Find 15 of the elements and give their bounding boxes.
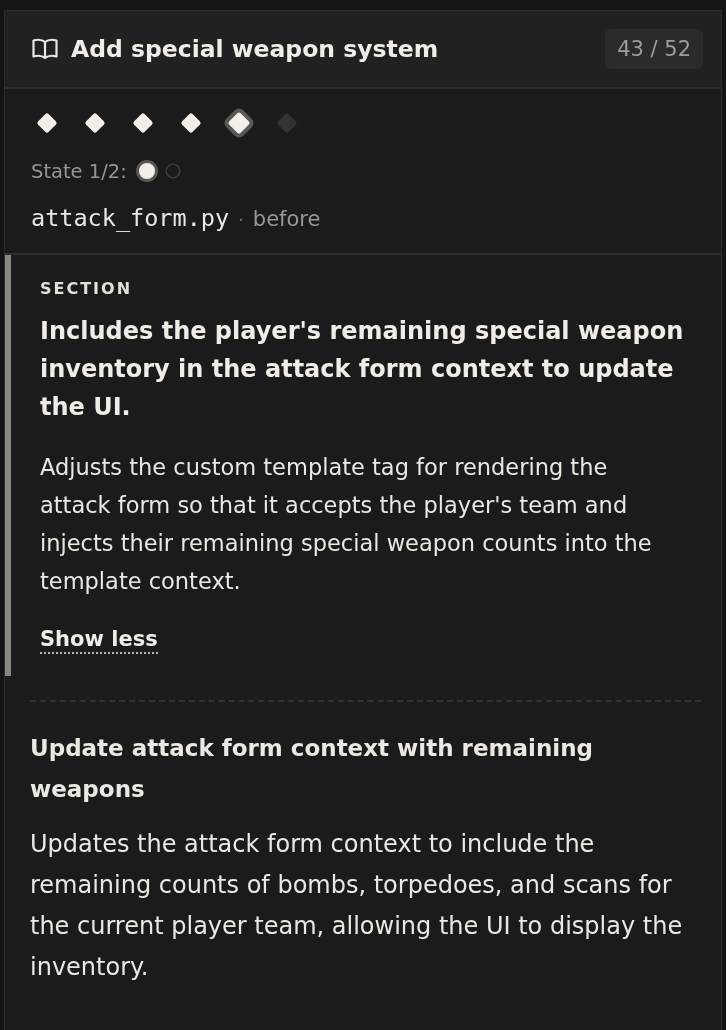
- task-title: Add special weapon system: [71, 35, 440, 63]
- state-radio-icon[interactable]: [135, 160, 158, 182]
- file-name: attack_form.py: [31, 204, 230, 232]
- change-description: Updates the attack form context to include the remaining counts of bombs, torpedoes, and scans for the current player team, allowing the UI to display the inventory.: [30, 829, 684, 983]
- section-label: SECTION: [40, 279, 134, 298]
- section-description: Adjusts the custom template tag for rendering the attack form so that it accepts the player's team and injects their remaining special weapon counts into the template context.: [40, 453, 653, 596]
- separator-dot: ·: [238, 209, 244, 230]
- state-label: State 1/2:: [31, 159, 127, 183]
- state-radio-icon[interactable]: [164, 163, 181, 179]
- show-less-link[interactable]: Show less: [40, 626, 158, 654]
- change-title: Update attack form context with remaining weapons: [30, 734, 594, 804]
- book-icon: [32, 38, 58, 60]
- section-title: Includes the player's remaining special weapon inventory in the attack form context to update the UI.: [40, 316, 685, 423]
- progress-counter: 43 / 52: [605, 29, 703, 69]
- file-version: before: [252, 207, 321, 231]
